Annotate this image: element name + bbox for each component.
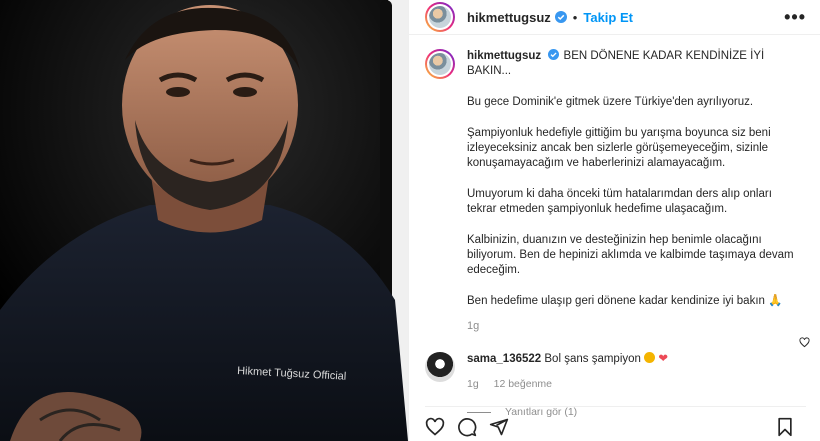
comment-icon[interactable] [457, 417, 477, 437]
more-horizontal-icon[interactable]: ••• [784, 7, 806, 28]
caption-paragraph-5: Ben hedefime ulaşıp geri dönene kadar ke… [467, 295, 783, 307]
post-photo[interactable]: Hikmet Tuğsuz Official [0, 0, 408, 441]
separator-dot: • [572, 9, 578, 25]
caption-timestamp[interactable]: 1g [467, 319, 797, 334]
heart-icon[interactable] [425, 417, 445, 437]
commenter-username[interactable]: sama_136522 [467, 353, 541, 365]
commenter-avatar[interactable] [425, 352, 455, 382]
caption-username[interactable]: hikmettugsuz [467, 50, 541, 62]
comment-likes[interactable]: 12 beğenme [494, 378, 552, 390]
author-username[interactable]: hikmettugsuz [467, 10, 551, 25]
comment-meta: 1g 12 beğenme [467, 377, 787, 392]
caption-paragraph-2: Şampiyonluk hedefiyle gittiğim bu yarışm… [467, 127, 771, 169]
caption-paragraph-3: Umuyorum ki daha önceki tüm hatalarımdan… [467, 188, 772, 215]
author-avatar[interactable] [425, 2, 455, 32]
post-body: hikmettugsuz BEN DÖNENE KADAR KENDİNİZE … [409, 35, 820, 418]
post-header: hikmettugsuz • Takip Et ••• [409, 0, 820, 35]
comment-timestamp[interactable]: 1g [467, 378, 479, 390]
comment-item: sama_136522 Bol şans şampiyon ❤ 1g 12 be… [425, 352, 804, 392]
caption-text-column: hikmettugsuz BEN DÖNENE KADAR KENDİNİZE … [467, 49, 797, 334]
caption-author-avatar[interactable] [425, 49, 455, 79]
comment-text: Bol şans şampiyon [544, 353, 641, 365]
star-struck-emoji-icon [644, 352, 656, 363]
caption-paragraph-1: Bu gece Dominik'e gitmek üzere Türkiye'd… [467, 96, 754, 108]
comment-text-column: sama_136522 Bol şans şampiyon ❤ 1g 12 be… [467, 352, 787, 392]
follow-button[interactable]: Takip Et [583, 10, 633, 25]
caption: hikmettugsuz BEN DÖNENE KADAR KENDİNİZE … [425, 49, 804, 334]
post-photo-image: Hikmet Tuğsuz Official [0, 0, 408, 441]
instagram-post-modal: Hikmet Tuğsuz Official hikmettugsuz • Ta… [0, 0, 820, 441]
caption-verified-badge-icon [548, 49, 560, 61]
verified-badge-icon [554, 11, 567, 23]
bookmark-icon[interactable] [776, 417, 794, 437]
post-side-panel: hikmettugsuz • Takip Et ••• hikmettugsuz [408, 0, 820, 441]
comment-like-heart-icon[interactable] [799, 335, 810, 353]
post-actions-bar [425, 406, 806, 441]
caption-paragraph-4: Kalbinizin, duanızın ve desteğinizin hep… [467, 234, 794, 276]
share-icon[interactable] [489, 417, 509, 437]
red-heart-emoji-icon: ❤ [658, 353, 668, 365]
